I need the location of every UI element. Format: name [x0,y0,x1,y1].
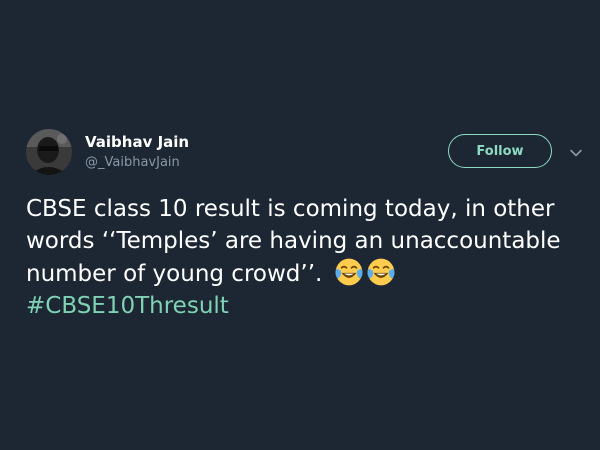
user-handle[interactable]: @_VaibhavJain [85,155,180,170]
follow-button-label: Follow [476,143,524,159]
tweet-text-line: words ‘‘Temples’ are having an unaccount… [26,228,561,254]
tweet-text-line-with-emoji: number of young crowd’’. [26,257,592,290]
tweet-text-line: CBSE class 10 result is coming today, in… [26,196,555,222]
avatar-image [26,129,72,175]
user-name[interactable]: Vaibhav Jain [85,133,189,151]
tweet-hashtag-line: #CBSE10Thresult [26,290,592,322]
tweet-card: Vaibhav Jain @_VaibhavJain Follow CBSE c… [0,0,600,450]
avatar[interactable] [26,129,72,175]
follow-button[interactable]: Follow [448,134,552,168]
face-with-tears-of-joy-icon [367,258,395,286]
face-with-tears-of-joy-icon [335,258,363,286]
tweet-text-line: number of young crowd’’. [26,261,323,287]
hashtag-link[interactable]: #CBSE10Thresult [26,293,229,319]
tweet-text: CBSE class 10 result is coming today, in… [26,193,592,322]
chevron-down-icon[interactable] [568,145,584,161]
